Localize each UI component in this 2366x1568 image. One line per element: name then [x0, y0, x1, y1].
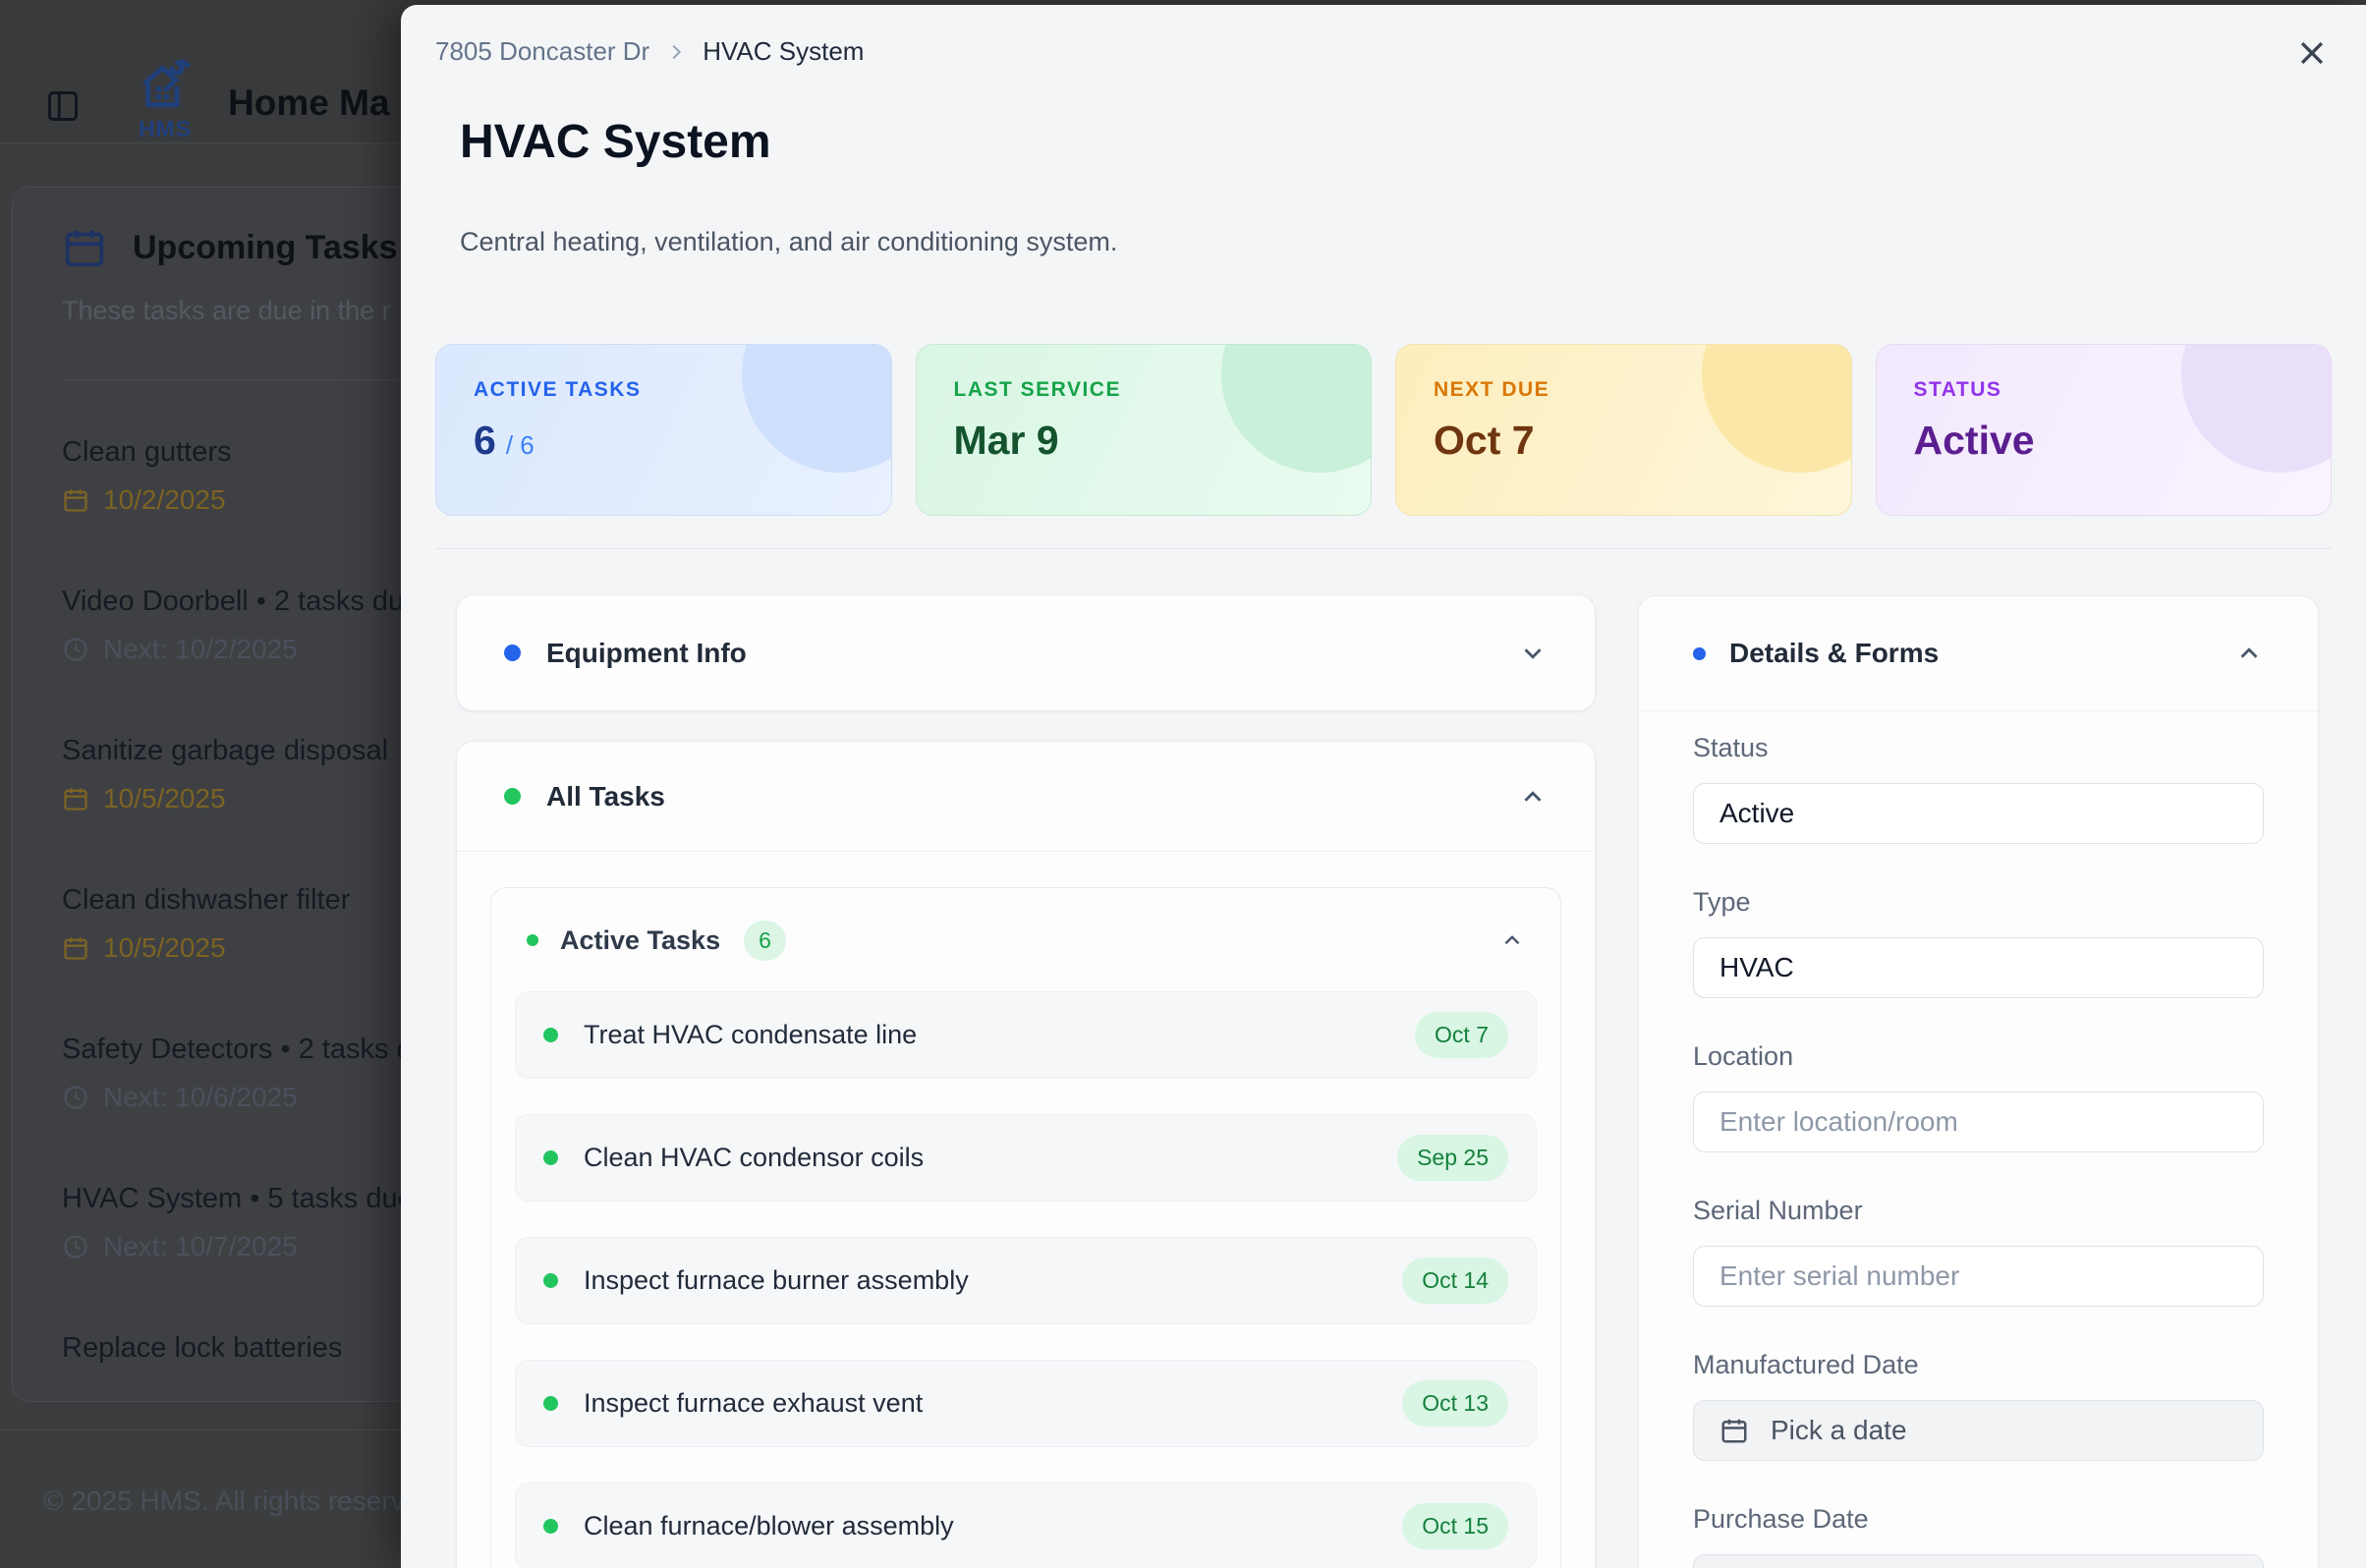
stat-next-due: NEXT DUE Oct 7: [1395, 344, 1852, 516]
status-label: Status: [1693, 733, 2264, 763]
equipment-info-section[interactable]: Equipment Info: [456, 594, 1596, 711]
stat-active-tasks: ACTIVE TASKS 6 / 6: [435, 344, 892, 516]
calendar-icon: [1719, 1416, 1749, 1445]
task-row[interactable]: Clean HVAC condensor coils Sep 25: [515, 1114, 1537, 1202]
close-icon[interactable]: [2289, 30, 2335, 76]
green-dot-icon: [543, 1273, 558, 1288]
task-next-date: Next: 10/7/2025: [103, 1231, 298, 1262]
details-forms-panel: Details & Forms Status Type Location Ser…: [1638, 595, 2319, 1568]
stat-status: STATUS Active: [1876, 344, 2333, 516]
green-dot-icon: [543, 1396, 558, 1411]
purchase-date-picker[interactable]: [1693, 1554, 2264, 1568]
due-date-badge: Sep 25: [1397, 1135, 1508, 1181]
chevron-down-icon[interactable]: [1518, 639, 1548, 668]
blue-dot-icon: [504, 644, 521, 661]
upcoming-tasks-title: Upcoming Tasks (: [133, 229, 418, 267]
due-date-badge: Oct 14: [1402, 1258, 1508, 1304]
page-title: HVAC System: [460, 115, 771, 169]
task-name: Inspect furnace exhaust vent: [584, 1388, 923, 1419]
type-label: Type: [1693, 887, 2264, 918]
hvac-detail-modal: 7805 Doncaster Dr HVAC System HVAC Syste…: [401, 5, 2366, 1568]
page-description: Central heating, ventilation, and air co…: [460, 227, 1117, 257]
logo-text: HMS: [134, 116, 197, 142]
task-name: Inspect furnace burner assembly: [584, 1265, 969, 1296]
manufactured-date-picker[interactable]: Pick a date: [1693, 1400, 2264, 1461]
breadcrumb: 7805 Doncaster Dr HVAC System: [435, 36, 864, 67]
app-logo: HMS: [134, 55, 197, 142]
divider: [457, 851, 1595, 852]
task-next-date: Next: 10/2/2025: [103, 634, 298, 665]
clock-icon: [62, 1233, 89, 1260]
blue-dot-icon: [1693, 647, 1706, 660]
active-tasks-header[interactable]: Active Tasks 6: [515, 910, 1537, 971]
divider: [435, 548, 2332, 549]
task-due-date: 10/5/2025: [103, 932, 226, 964]
date-picker-placeholder: Pick a date: [1771, 1415, 1907, 1446]
clock-icon: [62, 636, 89, 663]
stat-cards: ACTIVE TASKS 6 / 6 LAST SERVICE Mar 9 NE…: [435, 344, 2332, 516]
panel-title: Details & Forms: [1729, 638, 1939, 669]
task-due-date: 10/5/2025: [103, 783, 226, 814]
task-name: Clean HVAC condensor coils: [584, 1143, 924, 1173]
green-dot-icon: [543, 1028, 558, 1042]
section-title: Equipment Info: [546, 638, 747, 669]
green-dot-icon: [543, 1150, 558, 1165]
manufactured-date-label: Manufactured Date: [1693, 1350, 2264, 1380]
breadcrumb-current: HVAC System: [703, 36, 864, 67]
due-date-badge: Oct 13: [1402, 1380, 1508, 1427]
task-next-date: Next: 10/6/2025: [103, 1082, 298, 1113]
task-name: Clean furnace/blower assembly: [584, 1511, 954, 1541]
location-input[interactable]: [1693, 1092, 2264, 1152]
chevron-right-icon: [665, 41, 687, 63]
type-input[interactable]: [1693, 937, 2264, 998]
serial-number-label: Serial Number: [1693, 1196, 2264, 1226]
location-label: Location: [1693, 1041, 2264, 1072]
sidebar-toggle-icon[interactable]: [45, 88, 81, 124]
chevron-up-icon[interactable]: [1518, 782, 1548, 812]
calendar-icon: [62, 934, 89, 962]
stat-last-service: LAST SERVICE Mar 9: [916, 344, 1373, 516]
stat-value: Oct 7: [1434, 418, 1535, 464]
details-forms-header[interactable]: Details & Forms: [1693, 596, 2264, 710]
count-badge: 6: [744, 921, 786, 961]
green-dot-icon: [543, 1519, 558, 1534]
clock-icon: [62, 1084, 89, 1111]
calendar-icon: [62, 785, 89, 812]
due-date-badge: Oct 7: [1415, 1012, 1508, 1058]
all-tasks-section: All Tasks Active Tasks 6: [456, 741, 1596, 1568]
serial-number-input[interactable]: [1693, 1246, 2264, 1307]
stat-value: Mar 9: [954, 418, 1059, 464]
task-row[interactable]: Inspect furnace exhaust vent Oct 13: [515, 1360, 1537, 1447]
task-due-date: 10/2/2025: [103, 484, 226, 516]
status-input[interactable]: [1693, 783, 2264, 844]
green-dot-icon: [527, 934, 538, 946]
task-row[interactable]: Clean furnace/blower assembly Oct 15: [515, 1483, 1537, 1568]
app-title: Home Ma: [228, 83, 389, 124]
house-wrench-icon: [134, 55, 197, 118]
group-title: Active Tasks: [560, 925, 720, 956]
calendar-icon: [62, 486, 89, 514]
chevron-up-icon[interactable]: [2234, 639, 2264, 668]
active-tasks-group: Active Tasks 6 Treat HVAC condensate lin…: [490, 887, 1561, 1568]
all-tasks-header[interactable]: All Tasks: [457, 742, 1595, 851]
task-row[interactable]: Treat HVAC condensate line Oct 7: [515, 991, 1537, 1079]
stat-value: Active: [1914, 418, 2035, 464]
breadcrumb-property-link[interactable]: 7805 Doncaster Dr: [435, 36, 649, 67]
stat-total: / 6: [506, 430, 535, 461]
footer-copyright: © 2025 HMS. All rights reserved: [43, 1485, 435, 1517]
stat-value: 6: [474, 418, 496, 464]
task-row[interactable]: Inspect furnace burner assembly Oct 14: [515, 1237, 1537, 1324]
chevron-up-icon[interactable]: [1499, 927, 1525, 953]
purchase-date-label: Purchase Date: [1693, 1504, 2264, 1535]
section-title: All Tasks: [546, 781, 665, 812]
task-name: Treat HVAC condensate line: [584, 1020, 917, 1050]
green-dot-icon: [504, 788, 521, 805]
calendar-icon: [62, 225, 107, 270]
due-date-badge: Oct 15: [1402, 1503, 1508, 1549]
